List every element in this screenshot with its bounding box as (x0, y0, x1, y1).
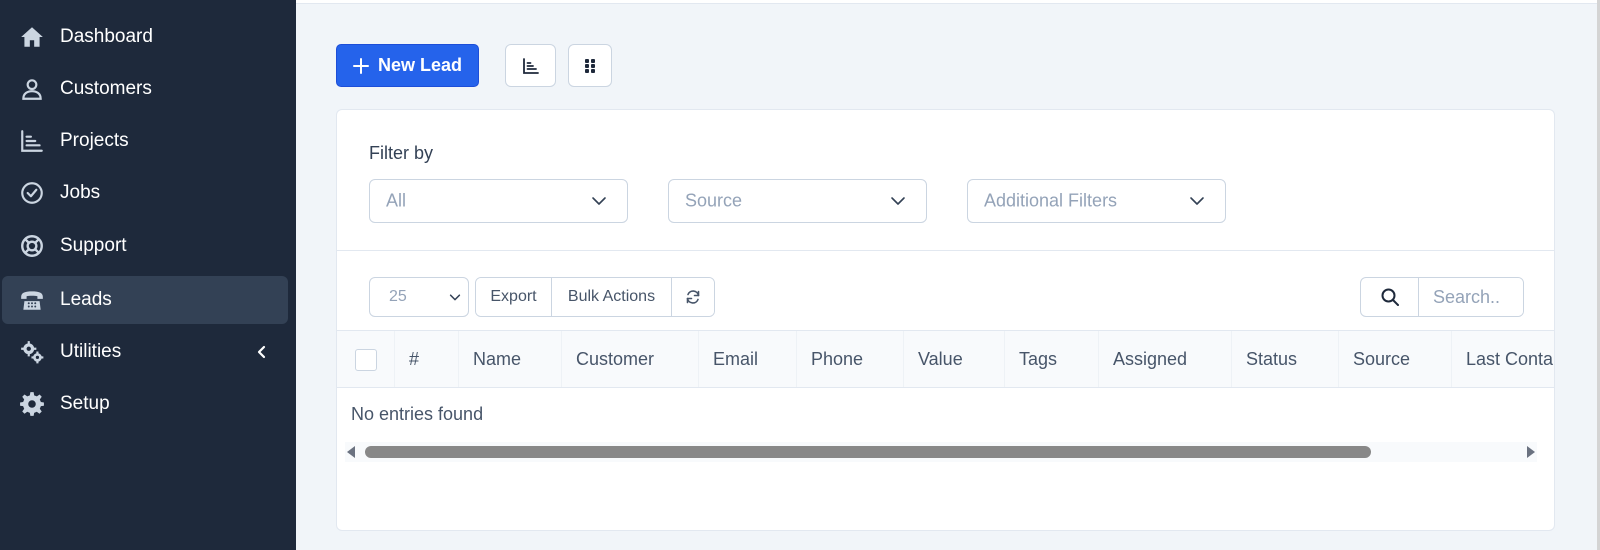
empty-state-text: No entries found (351, 404, 484, 424)
column-header[interactable]: Value (904, 331, 1005, 387)
sidebar: Dashboard Customers Projects Jobs Suppor… (0, 0, 296, 550)
column-header[interactable]: Assigned (1099, 331, 1232, 387)
leads-panel: Filter by All Source Additional Filters … (336, 109, 1555, 531)
summary-view-button[interactable] (505, 44, 556, 87)
per-page-value: 25 (389, 288, 407, 305)
sidebar-item-setup[interactable]: Setup (2, 380, 288, 428)
table-header: # Name Customer Email Phone Value Tags A… (337, 330, 1554, 388)
filter-label: Filter by (369, 143, 434, 163)
divider (337, 250, 1554, 251)
new-lead-label: New Lead (377, 55, 463, 75)
table-actions-group: Export Bulk Actions (475, 277, 715, 317)
column-header[interactable]: Email (699, 331, 797, 387)
gear-icon (18, 390, 46, 418)
source-filter-placeholder: Source (685, 190, 743, 211)
status-filter-value: All (386, 190, 407, 211)
sidebar-item-customers[interactable]: Customers (2, 65, 288, 113)
reload-button[interactable] (672, 278, 714, 316)
column-header[interactable]: Source (1339, 331, 1452, 387)
check-circle-icon (18, 179, 46, 207)
bulk-actions-button[interactable]: Bulk Actions (552, 278, 672, 316)
chevron-left-icon (257, 345, 266, 359)
bar-chart-icon (18, 127, 46, 155)
home-icon (18, 23, 46, 51)
search-icon (1381, 288, 1399, 306)
sidebar-item-label: Support (60, 235, 127, 256)
search-button[interactable] (1361, 278, 1419, 316)
kanban-view-button[interactable] (568, 44, 612, 87)
new-lead-button[interactable]: New Lead (336, 44, 479, 87)
per-page-select[interactable]: 25 (369, 277, 469, 317)
scrollbar-thumb[interactable] (365, 446, 1371, 458)
bar-chart-icon (522, 57, 539, 74)
column-header[interactable]: # (395, 331, 459, 387)
export-button[interactable]: Export (476, 278, 552, 316)
column-header[interactable]: Phone (797, 331, 904, 387)
cogs-icon (18, 338, 46, 366)
sidebar-item-dashboard[interactable]: Dashboard (2, 13, 288, 61)
chevron-down-icon (891, 197, 905, 205)
table-search (1360, 277, 1524, 317)
sidebar-item-leads[interactable]: Leads (2, 276, 288, 324)
sidebar-item-label: Utilities (60, 341, 122, 362)
search-input[interactable] (1419, 278, 1523, 316)
column-header[interactable]: Last Conta (1452, 331, 1554, 387)
life-ring-icon (18, 232, 46, 260)
horizontal-scrollbar[interactable] (345, 442, 1537, 462)
chevron-down-icon (592, 197, 606, 205)
column-header[interactable]: Customer (562, 331, 699, 387)
refresh-icon (686, 290, 700, 304)
sidebar-item-projects[interactable]: Projects (2, 117, 288, 165)
column-header[interactable]: Status (1232, 331, 1339, 387)
sidebar-item-jobs[interactable]: Jobs (2, 169, 288, 217)
sidebar-item-label: Dashboard (60, 26, 153, 47)
additional-filters-placeholder: Additional Filters (984, 190, 1118, 211)
select-all-cell (337, 331, 395, 387)
chevron-down-icon (449, 294, 461, 301)
sidebar-item-support[interactable]: Support (2, 222, 288, 270)
sidebar-item-utilities[interactable]: Utilities (2, 328, 288, 376)
scroll-right-arrow[interactable] (1527, 446, 1535, 458)
phone-icon (18, 286, 46, 314)
status-filter-select[interactable]: All (369, 179, 628, 223)
sidebar-item-label: Projects (60, 130, 129, 151)
sidebar-item-label: Jobs (60, 182, 101, 203)
chevron-down-icon (1190, 197, 1204, 205)
source-filter-select[interactable]: Source (668, 179, 927, 223)
select-all-checkbox[interactable] (355, 349, 377, 371)
column-header[interactable]: Tags (1005, 331, 1099, 387)
user-icon (18, 75, 46, 103)
column-header[interactable]: Name (459, 331, 562, 387)
scroll-left-arrow[interactable] (347, 446, 355, 458)
plus-icon (352, 57, 369, 74)
top-bar (296, 0, 1600, 4)
grid-dots-icon (585, 58, 595, 73)
sidebar-item-label: Setup (60, 393, 110, 414)
sidebar-item-label: Customers (60, 78, 152, 99)
additional-filters-select[interactable]: Additional Filters (967, 179, 1226, 223)
sidebar-item-label: Leads (60, 289, 112, 310)
